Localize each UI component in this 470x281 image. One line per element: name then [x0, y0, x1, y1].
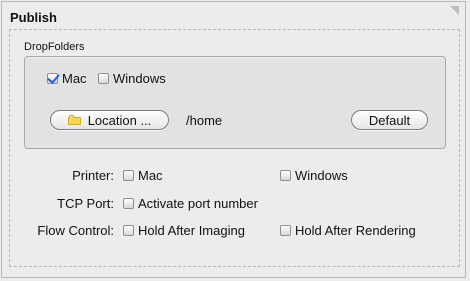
activate-port-checkbox[interactable] — [123, 198, 134, 209]
hold-after-rendering-label: Hold After Rendering — [295, 223, 416, 238]
printer-mac-label: Mac — [138, 168, 163, 183]
folder-icon — [67, 115, 81, 125]
dropfolders-title: DropFolders — [24, 41, 85, 53]
tcp-port-label: TCP Port: — [57, 196, 114, 211]
hold-after-rendering-checkbox[interactable] — [280, 225, 291, 236]
printer-mac-option[interactable]: Mac — [123, 168, 163, 183]
publish-panel: Publish DropFolders Mac Windows Location… — [1, 1, 466, 278]
dropfolders-windows-label: Windows — [113, 71, 166, 86]
dropfolders-windows-checkbox[interactable] — [98, 73, 109, 84]
activate-port-option[interactable]: Activate port number — [123, 196, 258, 211]
activate-port-label: Activate port number — [138, 196, 258, 211]
collapse-corner-icon[interactable] — [450, 6, 460, 16]
hold-after-imaging-label: Hold After Imaging — [138, 223, 245, 238]
printer-mac-checkbox[interactable] — [123, 170, 134, 181]
dropfolders-mac-label: Mac — [62, 71, 87, 86]
printer-windows-checkbox[interactable] — [280, 170, 291, 181]
location-path: /home — [186, 113, 223, 128]
printer-windows-label: Windows — [295, 168, 348, 183]
hold-after-imaging-checkbox[interactable] — [123, 225, 134, 236]
location-button-label: Location ... — [87, 112, 152, 128]
default-button-label: Default — [368, 112, 411, 128]
printer-label: Printer: — [72, 168, 114, 183]
panel-title: Publish — [10, 10, 57, 25]
printer-windows-option[interactable]: Windows — [280, 168, 348, 183]
dropfolders-mac-option[interactable]: Mac — [47, 71, 87, 86]
dropfolders-windows-option[interactable]: Windows — [98, 71, 166, 86]
dropfolders-mac-checkbox[interactable] — [47, 73, 58, 84]
hold-after-imaging-option[interactable]: Hold After Imaging — [123, 223, 245, 238]
default-button[interactable]: Default — [351, 110, 428, 130]
flow-control-label: Flow Control: — [37, 223, 114, 238]
hold-after-rendering-option[interactable]: Hold After Rendering — [280, 223, 416, 238]
location-button[interactable]: Location ... — [50, 110, 169, 130]
dropfolders-group — [24, 56, 446, 149]
